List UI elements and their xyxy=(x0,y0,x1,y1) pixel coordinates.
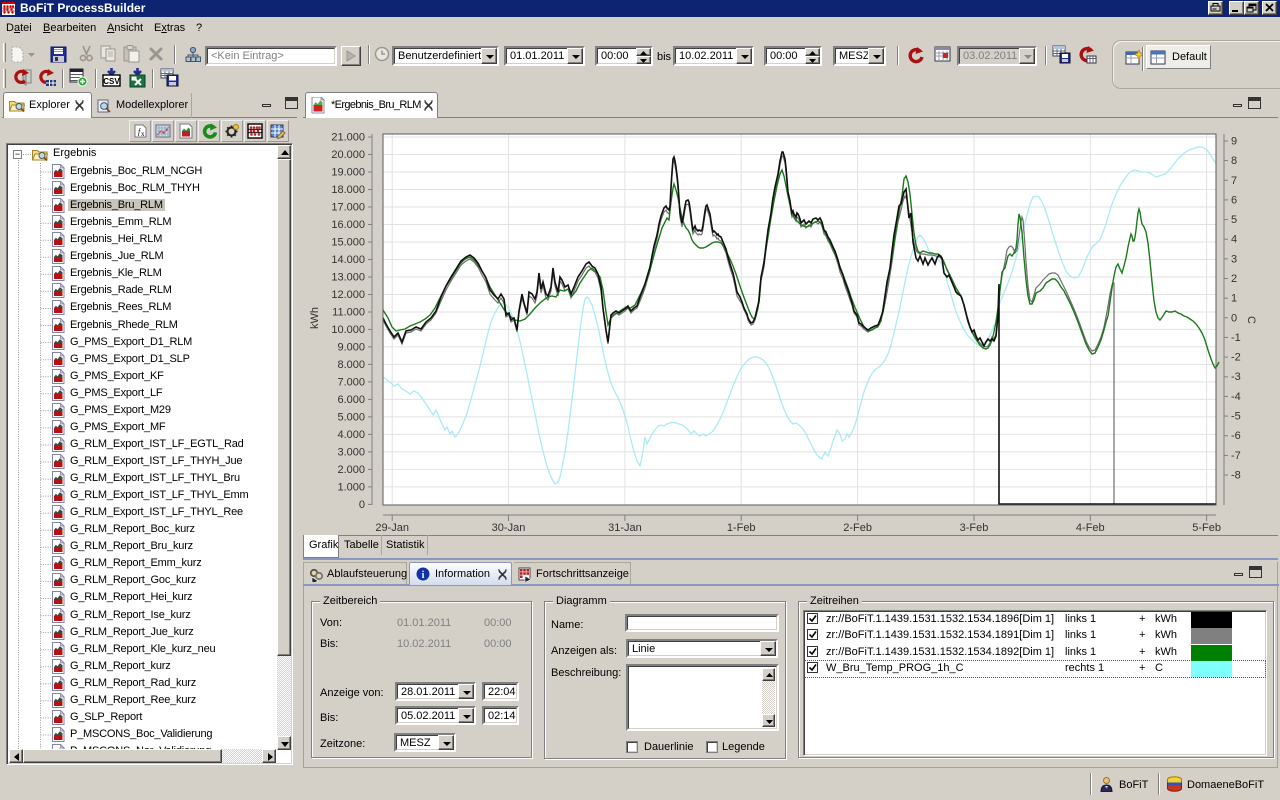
svg-text:8.000: 8.000 xyxy=(337,359,365,371)
svg-text:10.000: 10.000 xyxy=(331,324,365,336)
svg-text:8: 8 xyxy=(1231,155,1237,167)
svg-text:3: 3 xyxy=(1231,253,1237,265)
svg-text:4-Feb: 4-Feb xyxy=(1076,522,1105,534)
svg-text:2-Feb: 2-Feb xyxy=(843,522,872,534)
svg-text:i: i xyxy=(422,570,425,581)
svg-text:7.000: 7.000 xyxy=(337,376,365,388)
svg-text:31-Jan: 31-Jan xyxy=(608,522,642,534)
svg-text:-2: -2 xyxy=(1231,352,1241,364)
svg-text:5.000: 5.000 xyxy=(337,411,365,423)
svg-text:-8: -8 xyxy=(1231,470,1241,482)
svg-text:-1: -1 xyxy=(1231,332,1241,344)
svg-text:0: 0 xyxy=(1231,312,1237,324)
svg-text:29-Jan: 29-Jan xyxy=(375,522,409,534)
svg-text:-7: -7 xyxy=(1231,450,1241,462)
svg-text:15.000: 15.000 xyxy=(331,237,365,249)
svg-text:1-Feb: 1-Feb xyxy=(727,522,756,534)
svg-text:-4: -4 xyxy=(1231,391,1241,403)
svg-text:5: 5 xyxy=(1231,214,1237,226)
svg-text:2: 2 xyxy=(1231,273,1237,285)
svg-text:x: x xyxy=(141,130,145,138)
svg-text:9: 9 xyxy=(1231,136,1237,148)
svg-text:1.000: 1.000 xyxy=(337,481,365,493)
svg-text:9.000: 9.000 xyxy=(337,341,365,353)
svg-text:30-Jan: 30-Jan xyxy=(492,522,526,534)
svg-text:14.000: 14.000 xyxy=(331,254,365,266)
svg-text:4.000: 4.000 xyxy=(337,429,365,441)
svg-text:C: C xyxy=(1245,316,1257,324)
svg-text:7: 7 xyxy=(1231,175,1237,187)
svg-text:13.000: 13.000 xyxy=(331,272,365,284)
svg-text:12.000: 12.000 xyxy=(331,289,365,301)
svg-text:19.000: 19.000 xyxy=(331,167,365,179)
svg-text:6.000: 6.000 xyxy=(337,394,365,406)
svg-text:16.000: 16.000 xyxy=(331,219,365,231)
svg-text:6: 6 xyxy=(1231,194,1237,206)
svg-text:-5: -5 xyxy=(1231,411,1241,423)
svg-text:4: 4 xyxy=(1231,234,1237,246)
svg-text:2.000: 2.000 xyxy=(337,464,365,476)
svg-text:kWh: kWh xyxy=(309,307,321,329)
svg-text:1: 1 xyxy=(1231,293,1237,305)
svg-text:11.000: 11.000 xyxy=(332,307,365,319)
svg-text:3-Feb: 3-Feb xyxy=(960,522,989,534)
svg-text:-3: -3 xyxy=(1231,371,1241,383)
svg-text:17.000: 17.000 xyxy=(331,202,365,214)
svg-text:-6: -6 xyxy=(1231,430,1241,442)
svg-text:3.000: 3.000 xyxy=(337,446,365,458)
svg-text:20.000: 20.000 xyxy=(331,149,365,161)
svg-text:18.000: 18.000 xyxy=(331,184,365,196)
svg-text:5-Feb: 5-Feb xyxy=(1192,522,1221,534)
svg-text:0: 0 xyxy=(359,499,365,511)
svg-text:CSV: CSV xyxy=(103,77,120,86)
svg-text:21.000: 21.000 xyxy=(331,132,365,144)
